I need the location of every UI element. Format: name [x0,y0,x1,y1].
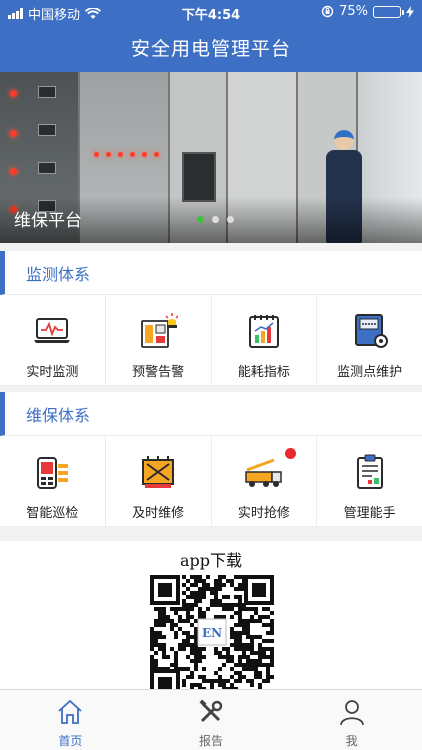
menu-timely-repair[interactable]: 及时维修 [105,436,212,527]
page-title: 安全用电管理平台 [130,38,291,60]
carousel-dot[interactable] [212,216,219,223]
rotation-lock-icon [321,5,334,18]
menu-point-maintenance[interactable]: 监测点维护 [317,295,422,386]
monitor-section: 监测体系 实时监测 预警告警 能耗指标 监测点维护 [0,251,422,386]
clipboard-report-icon [356,454,383,489]
charging-icon [406,5,414,18]
app-download: app下载 EN [0,541,422,689]
tab-label: 首页 [58,734,83,748]
menu-label: 实时监测 [26,365,79,380]
maintenance-section-title: 维保体系 [0,392,422,436]
tab-report[interactable]: 报告 [141,690,282,750]
menu-realtime-rescue[interactable]: 实时抢修 [211,436,318,527]
energy-chart-icon [248,315,279,348]
tab-home[interactable]: 首页 [0,690,141,750]
user-icon [339,700,364,726]
menu-label: 能耗指标 [237,365,290,380]
menu-realtime-monitor[interactable]: 实时监测 [0,295,106,386]
tab-label: 报告 [199,734,224,748]
tab-me[interactable]: 我 [281,690,422,750]
banner-carousel[interactable]: 维保平台 [0,72,422,243]
meter-gear-icon [354,314,388,348]
tab-bar: 首页 报告 我 [0,689,422,750]
qr-code[interactable]: EN [148,573,276,689]
alarm-panel-icon [141,313,179,348]
menu-smart-inspection[interactable]: 智能巡检 [0,436,106,527]
tab-label: 我 [345,734,358,748]
home-icon [58,699,82,724]
status-bar: 中国移动 下午4:54 75% [0,0,422,24]
banner-caption: 维保平台 [14,211,82,231]
menu-energy-index[interactable]: 能耗指标 [211,295,318,386]
tools-icon [199,699,223,723]
maintenance-section: 维保体系 智能巡检 及时维修 实时抢修 管理能手 [0,392,422,527]
laptop-chart-icon [34,318,71,343]
carousel-dots[interactable] [197,216,234,223]
menu-label: 及时维修 [132,506,185,521]
breaker-panel [182,152,216,202]
menu-label: 监测点维护 [337,365,403,380]
menu-label: 管理能手 [343,506,396,521]
carousel-dot[interactable] [227,216,234,223]
menu-label: 实时抢修 [237,506,290,521]
notification-dot [284,448,296,459]
crane-truck-icon [245,458,282,487]
menu-label: 预警告警 [132,365,185,380]
battery-percent: 75% [339,4,368,19]
carousel-dot[interactable] [197,216,204,223]
monitor-section-title: 监测体系 [0,251,422,295]
download-title: app下载 [179,551,243,570]
top-bar: 中国移动 下午4:54 75% 安全用电管理平台 [0,0,422,72]
battery-icon [373,5,404,18]
menu-label: 智能巡检 [26,506,79,521]
menu-alarm-warning[interactable]: 预警告警 [105,295,212,386]
menu-management-expert[interactable]: 管理能手 [317,436,422,527]
transformer-icon [142,456,175,488]
svg-text:EN: EN [202,626,222,640]
inspection-device-icon [37,457,69,489]
